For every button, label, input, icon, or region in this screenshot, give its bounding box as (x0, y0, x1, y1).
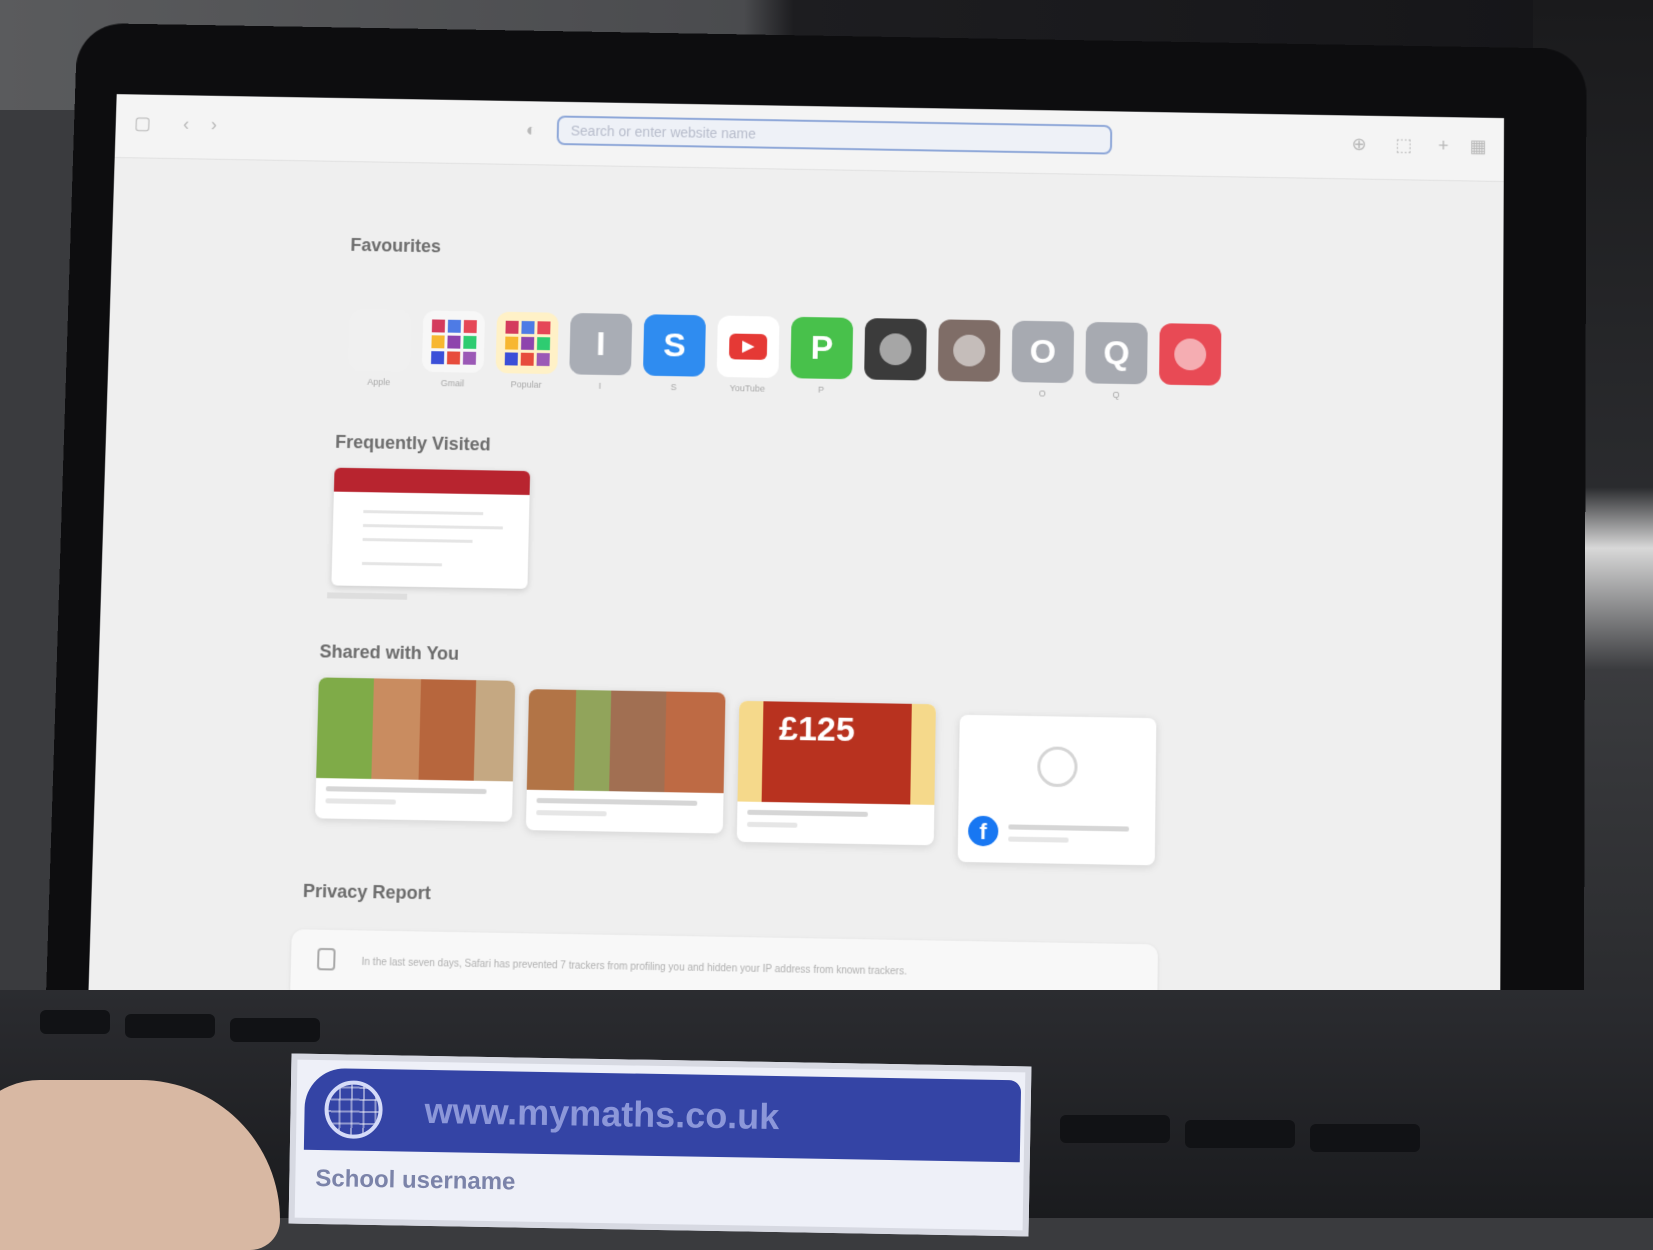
favourite-label (1158, 391, 1222, 392)
favourite-item[interactable]: QQ (1084, 321, 1149, 401)
laptop-bezel: ▢ ‹ › ◐ Search or enter website name ⊕ ⬚… (42, 22, 1587, 1119)
key (125, 1014, 215, 1038)
start-page: Favourites Apple Gmail Popular I I S S ▶ YouTube… (87, 157, 1504, 1068)
mosaic-icon (495, 311, 559, 375)
shared-subtitle-line (1008, 836, 1069, 843)
key (1060, 1115, 1170, 1143)
shared-thumbnail (316, 677, 516, 782)
favourite-item[interactable]: ▶ YouTube (715, 315, 780, 394)
shared-card-2[interactable] (525, 689, 726, 834)
key (230, 1018, 320, 1042)
sidebar-icon[interactable]: ▢ (133, 113, 151, 133)
frequent-site-caption (327, 592, 408, 600)
card-url: www.mymaths.co.uk (424, 1089, 780, 1138)
apple-icon (348, 309, 412, 372)
frequent-site-header (333, 467, 531, 496)
mosaic-icon (421, 310, 486, 373)
price-label: £125 (778, 709, 856, 750)
compass-icon (1037, 746, 1078, 788)
favourite-label (937, 387, 1001, 388)
globe-icon (324, 1080, 384, 1140)
letter-icon: P (790, 316, 854, 380)
frequent-site-card[interactable] (331, 467, 531, 589)
content-line (361, 561, 442, 567)
favourite-label: Q (1112, 389, 1120, 400)
favourite-label: Apple (367, 376, 391, 388)
favourite-item[interactable]: II (568, 312, 633, 392)
app-icon (1159, 323, 1222, 386)
section-title-shared-with-you: Shared with You (319, 641, 460, 664)
address-placeholder: Search or enter website name (570, 122, 757, 142)
favourite-label: I (598, 380, 602, 391)
letter-icon: S (642, 314, 706, 377)
shared-subtitle-line (536, 810, 607, 817)
content-line (362, 537, 473, 543)
favourite-item[interactable]: Apple (347, 309, 413, 388)
favourite-label: Popular (510, 379, 542, 390)
favourite-item[interactable]: PP (789, 316, 854, 396)
favourite-label: Gmail (440, 378, 465, 389)
app-icon (937, 319, 1001, 382)
section-title-favourites: Favourites (350, 234, 442, 257)
youtube-icon: ▶ (716, 315, 780, 378)
shield-icon: ◐ (525, 119, 537, 140)
app-icon (864, 318, 927, 381)
content-line (363, 510, 484, 516)
mymaths-card: www.mymaths.co.uk School username (288, 1053, 1032, 1237)
download-icon[interactable]: ⊕ (1350, 134, 1368, 154)
favourite-item[interactable]: Gmail (420, 310, 486, 389)
shared-thumbnail (526, 689, 726, 794)
card-header: www.mymaths.co.uk (303, 1067, 1022, 1163)
favourite-label: YouTube (729, 383, 766, 394)
key (1310, 1124, 1420, 1152)
card-school-label: School username (315, 1164, 516, 1196)
favourite-label: S (670, 382, 677, 393)
content-line (362, 524, 503, 530)
favourite-label: O (1038, 388, 1046, 399)
shared-subtitle-line (325, 798, 396, 805)
shared-card-4[interactable]: f (957, 714, 1157, 866)
tab-overview-icon[interactable]: ▦ (1469, 136, 1487, 156)
privacy-report-text: In the last seven days, Safari has preve… (361, 956, 907, 978)
section-title-privacy-report: Privacy Report (302, 880, 432, 904)
back-icon[interactable]: ‹ (177, 114, 195, 134)
key (40, 1010, 110, 1034)
favourite-item[interactable]: OO (1010, 320, 1075, 400)
letter-icon: O (1011, 320, 1075, 384)
favourite-item[interactable] (1158, 323, 1222, 392)
privacy-shield-icon (316, 947, 336, 971)
share-icon[interactable]: ⬚ (1395, 135, 1413, 155)
shared-subtitle-line (747, 821, 798, 828)
letter-icon: I (569, 312, 633, 376)
shared-card-1[interactable] (315, 677, 516, 822)
shared-title-line (325, 786, 487, 795)
shared-title-line (536, 797, 698, 806)
favourite-item[interactable]: SS (642, 314, 707, 393)
screen: ▢ ‹ › ◐ Search or enter website name ⊕ ⬚… (86, 94, 1505, 1069)
shared-title-line (747, 809, 868, 817)
facebook-icon: f (967, 815, 999, 847)
shared-thumbnail: £125 (737, 700, 936, 805)
add-tab-icon[interactable]: + (1434, 136, 1452, 156)
favourite-item[interactable] (937, 319, 1002, 387)
favourite-item[interactable]: Popular (494, 311, 560, 391)
shared-title-line (1008, 824, 1130, 832)
address-bar[interactable]: Search or enter website name (556, 115, 1113, 155)
shared-card-3[interactable]: £125 (736, 700, 936, 846)
section-title-frequently-visited: Frequently Visited (334, 431, 491, 455)
key (1185, 1120, 1295, 1148)
favourite-item[interactable] (863, 318, 928, 386)
letter-icon: Q (1085, 321, 1148, 385)
forward-icon[interactable]: › (205, 114, 223, 134)
favourite-label: P (817, 384, 825, 395)
favourite-label (863, 385, 927, 386)
